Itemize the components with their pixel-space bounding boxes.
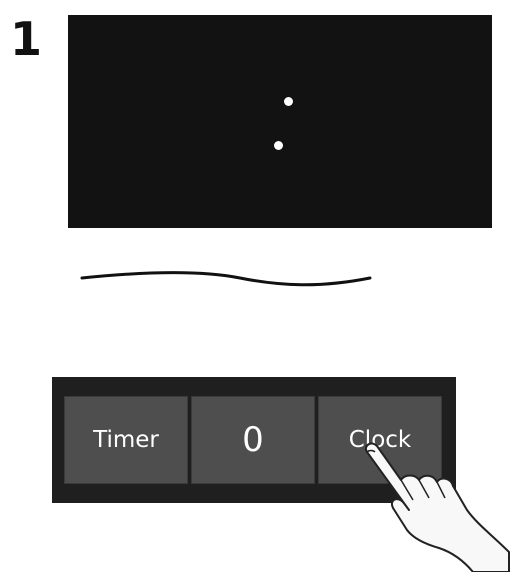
colon-dot-bottom — [274, 141, 283, 150]
timer-button[interactable]: Timer — [64, 396, 188, 484]
step-number: 1 — [10, 12, 42, 66]
clock-display — [68, 15, 492, 228]
count-button[interactable]: 0 — [191, 396, 315, 484]
colon-dot-top — [284, 97, 293, 106]
pointing-hand-icon — [365, 442, 510, 572]
break-separator-icon — [80, 271, 372, 287]
